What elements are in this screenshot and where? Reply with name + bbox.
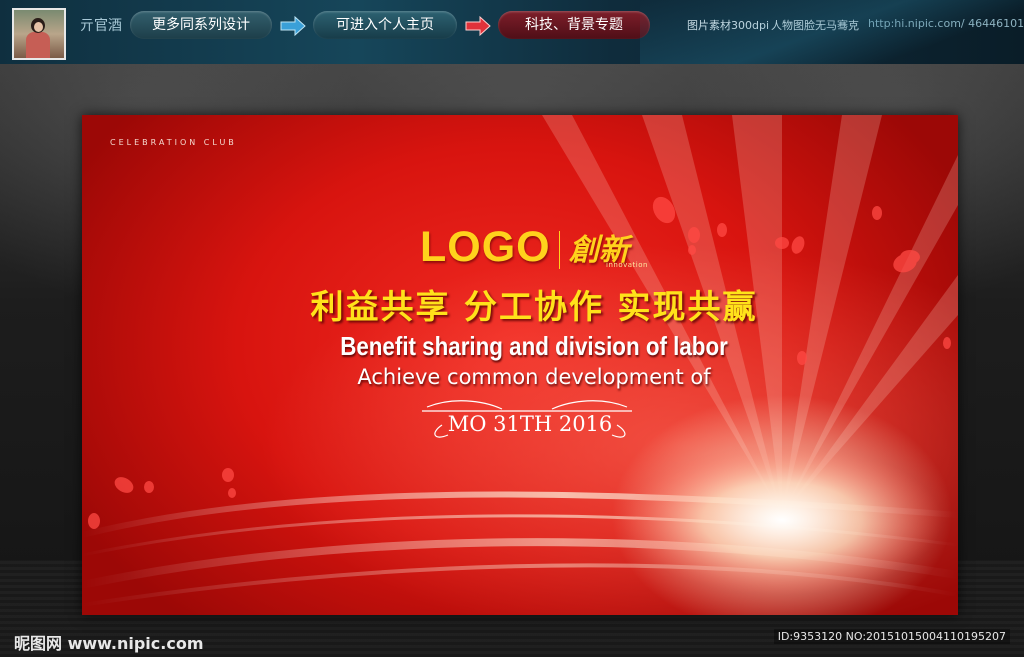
- english-line-2: Achieve common development of: [357, 365, 711, 389]
- celebration-club-label: CELEBRATION CLUB: [110, 138, 237, 147]
- nipic-watermark: 昵图网 www.nipic.com: [14, 634, 204, 653]
- image-quality-info: 图片素材300dpi: [687, 19, 770, 32]
- event-date: MO 31TH 2016: [447, 412, 613, 436]
- top-bar: 亓官酒 更多同系列设计 可进入个人主页 科技、背景专题 图片素材300dpi 人…: [0, 0, 1024, 64]
- arrow-right-icon: [465, 15, 491, 37]
- tech-background-topic-button[interactable]: 科技、背景专题: [498, 11, 650, 39]
- innovation-label: innovation: [606, 261, 648, 269]
- banner-artwork: CELEBRATION CLUB LOGO 創新 innovation 利益共享…: [82, 115, 958, 615]
- avatar-figure-face: [34, 22, 43, 32]
- arrow-right-icon: [280, 15, 306, 37]
- logo-divider: [559, 231, 560, 269]
- personal-homepage-button[interactable]: 可进入个人主页: [313, 11, 457, 39]
- image-id-label: ID:9353120 NO:20151015004110195207: [773, 629, 1010, 644]
- more-designs-button[interactable]: 更多同系列设计: [130, 11, 272, 39]
- homepage-url-link[interactable]: http:hi.nipic.com/ 464461016: [868, 17, 1024, 30]
- english-line-1: Benefit sharing and division of labor: [340, 331, 728, 361]
- avatar[interactable]: [12, 8, 66, 60]
- chinese-headline: 利益共享 分工协作 实现共赢: [310, 287, 758, 326]
- avatar-figure-body: [26, 32, 50, 58]
- portrait-info: 人物图脸无马骞克: [771, 19, 859, 32]
- logo-text: LOGO: [420, 223, 551, 271]
- username-link[interactable]: 亓官酒: [80, 15, 122, 35]
